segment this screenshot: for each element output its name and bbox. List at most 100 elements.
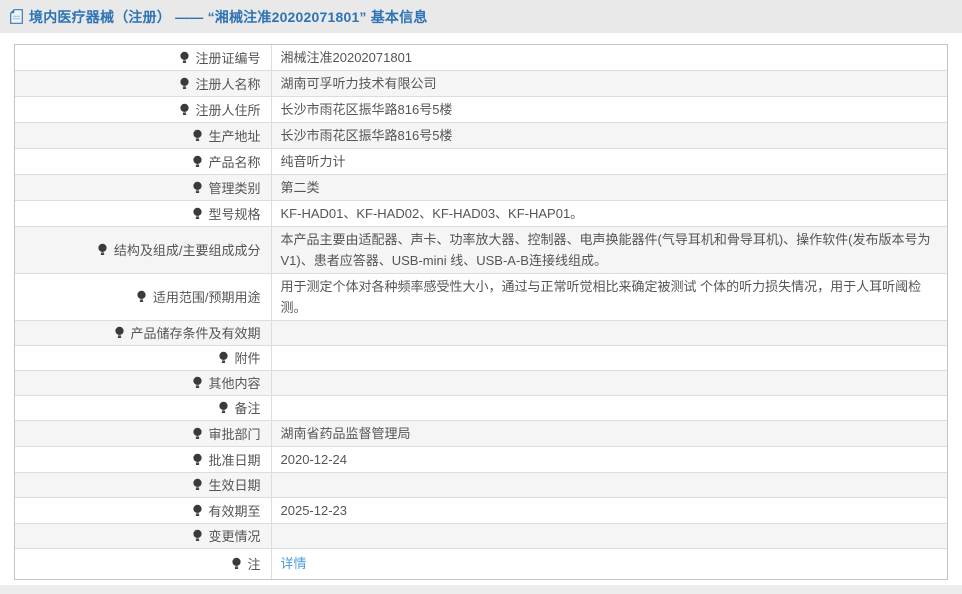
row-value: KF-HAD01、KF-HAD02、KF-HAD03、KF-HAP01。 [280, 206, 584, 221]
row-value: 纯音听力计 [280, 154, 346, 169]
bulb-icon [179, 51, 190, 68]
table-row: 其他内容 [15, 370, 947, 396]
row-value: 第二类 [280, 180, 320, 195]
page-title: 境内医疗器械（注册） —— “湘械注准20202071801” 基本信息 [29, 8, 428, 25]
table-row: 适用范围/预期用途 用于测定个体对各种频率感受性大小，通过与正常听觉相比来确定被… [15, 273, 947, 321]
row-value-cell [270, 345, 947, 371]
table-row: 审批部门 湖南省药品监督管理局 [15, 420, 947, 447]
row-label-cell: 变更情况 [15, 523, 272, 549]
bulb-icon [218, 351, 229, 368]
row-label-cell: 生产地址 [15, 122, 272, 149]
row-label-cell: 产品名称 [15, 148, 272, 175]
table-row: 产品储存条件及有效期 [15, 320, 947, 346]
registration-table-body: 注册证编号 湘械注准20202071801 注册人名称 湖南可孚听力技术有限公司 [15, 45, 947, 579]
table-row: 注册人住所 长沙市雨花区振华路816号5楼 [15, 96, 947, 123]
table-row: 生产地址 长沙市雨花区振华路816号5楼 [15, 122, 947, 149]
row-label: 批准日期 [208, 452, 261, 468]
row-label: 生产地址 [208, 128, 261, 144]
row-value: 湘械注准20202071801 [280, 50, 413, 65]
row-label-cell: 附件 [15, 345, 272, 371]
bulb-icon [179, 77, 190, 94]
row-label: 审批部门 [208, 426, 261, 442]
row-value-cell: 纯音听力计 [270, 148, 947, 175]
row-label: 生效日期 [208, 478, 261, 493]
row-label: 其他内容 [208, 376, 261, 391]
details-link[interactable]: 详情 [281, 556, 307, 571]
table-row: 管理类别 第二类 [15, 174, 947, 201]
row-value-cell: 湖南省药品监督管理局 [270, 420, 947, 447]
bulb-icon [192, 453, 203, 470]
row-value-cell: 第二类 [270, 174, 947, 201]
registration-info-table: 注册证编号 湘械注准20202071801 注册人名称 湖南可孚听力技术有限公司 [14, 44, 948, 580]
bulb-icon [218, 401, 229, 418]
page-footer-strip [0, 585, 962, 594]
row-value-cell: 2020-12-24 [270, 446, 947, 473]
row-value-cell: KF-HAD01、KF-HAD02、KF-HAD03、KF-HAP01。 [270, 200, 947, 227]
row-label-cell: 生效日期 [15, 472, 272, 498]
row-label: 变更情况 [208, 529, 261, 544]
content-area: 注册证编号 湘械注准20202071801 注册人名称 湖南可孚听力技术有限公司 [0, 33, 962, 580]
bulb-icon [192, 129, 203, 146]
row-label: 产品储存条件及有效期 [130, 326, 261, 341]
row-label-cell: 批准日期 [15, 446, 272, 473]
row-label: 产品名称 [208, 154, 261, 170]
table-row: 注册证编号 湘械注准20202071801 [15, 45, 947, 71]
bulb-icon [97, 243, 108, 260]
bulb-icon [192, 376, 203, 393]
row-value-cell [270, 523, 947, 549]
table-row: 注册人名称 湖南可孚听力技术有限公司 [15, 70, 947, 97]
table-row: 结构及组成/主要组成成分 本产品主要由适配器、声卡、功率放大器、控制器、电声换能… [15, 226, 947, 274]
row-value-cell [270, 320, 947, 346]
document-icon [10, 9, 23, 24]
row-label-cell: 注 [15, 548, 272, 579]
table-row: 变更情况 [15, 523, 947, 549]
row-label: 型号规格 [208, 206, 261, 222]
row-value: 2020-12-24 [280, 452, 348, 467]
row-value-cell [270, 472, 947, 498]
row-label-cell: 其他内容 [15, 370, 272, 396]
row-label: 适用范围/预期用途 [152, 290, 261, 305]
bulb-icon [231, 557, 242, 574]
row-value: 湖南可孚听力技术有限公司 [280, 76, 437, 91]
row-value: 用于测定个体对各种频率感受性大小，通过与正常听觉相比来确定被测试 个体的听力损失… [280, 279, 922, 315]
table-row: 产品名称 纯音听力计 [15, 148, 947, 175]
row-label: 注册证编号 [195, 50, 261, 66]
table-row: 注 详情 [15, 548, 947, 579]
bulb-icon [192, 207, 203, 224]
row-value-cell: 用于测定个体对各种频率感受性大小，通过与正常听觉相比来确定被测试 个体的听力损失… [270, 273, 947, 321]
row-label: 注册人名称 [195, 76, 261, 92]
table-row: 生效日期 [15, 472, 947, 498]
table-row: 附件 [15, 345, 947, 371]
row-label-cell: 结构及组成/主要组成成分 [15, 226, 272, 274]
row-label-cell: 产品储存条件及有效期 [15, 320, 272, 346]
row-value-cell: 本产品主要由适配器、声卡、功率放大器、控制器、电声换能器件(气导耳机和骨导耳机)… [270, 226, 947, 274]
table-row: 批准日期 2020-12-24 [15, 446, 947, 473]
row-value-cell: 长沙市雨花区振华路816号5楼 [270, 96, 947, 123]
row-label-cell: 适用范围/预期用途 [15, 273, 272, 321]
table-row: 型号规格 KF-HAD01、KF-HAD02、KF-HAD03、KF-HAP01… [15, 200, 947, 227]
row-value: 长沙市雨花区振华路816号5楼 [280, 128, 453, 143]
row-value-cell: 湘械注准20202071801 [270, 45, 947, 71]
table-row: 备注 [15, 395, 947, 421]
row-label-cell: 型号规格 [15, 200, 272, 227]
bulb-icon [192, 529, 203, 546]
row-value-cell [270, 370, 947, 396]
row-value-cell: 详情 [270, 548, 947, 579]
row-value-cell: 2025-12-23 [270, 497, 947, 524]
row-value-cell: 长沙市雨花区振华路816号5楼 [270, 122, 947, 149]
row-label-cell: 管理类别 [15, 174, 272, 201]
row-label: 附件 [234, 351, 261, 366]
row-label-cell: 审批部门 [15, 420, 272, 447]
row-label: 结构及组成/主要组成成分 [113, 243, 261, 258]
row-label-cell: 备注 [15, 395, 272, 421]
row-value: 本产品主要由适配器、声卡、功率放大器、控制器、电声换能器件(气导耳机和骨导耳机)… [280, 232, 931, 268]
bulb-icon [192, 155, 203, 172]
bulb-icon [192, 427, 203, 444]
row-label: 注册人住所 [195, 102, 261, 118]
row-value: 湖南省药品监督管理局 [280, 426, 411, 441]
row-value: 2025-12-23 [280, 503, 348, 518]
row-value-cell: 湖南可孚听力技术有限公司 [270, 70, 947, 97]
row-value: 长沙市雨花区振华路816号5楼 [280, 102, 453, 117]
row-label-cell: 注册证编号 [15, 45, 272, 71]
bulb-icon [192, 181, 203, 198]
